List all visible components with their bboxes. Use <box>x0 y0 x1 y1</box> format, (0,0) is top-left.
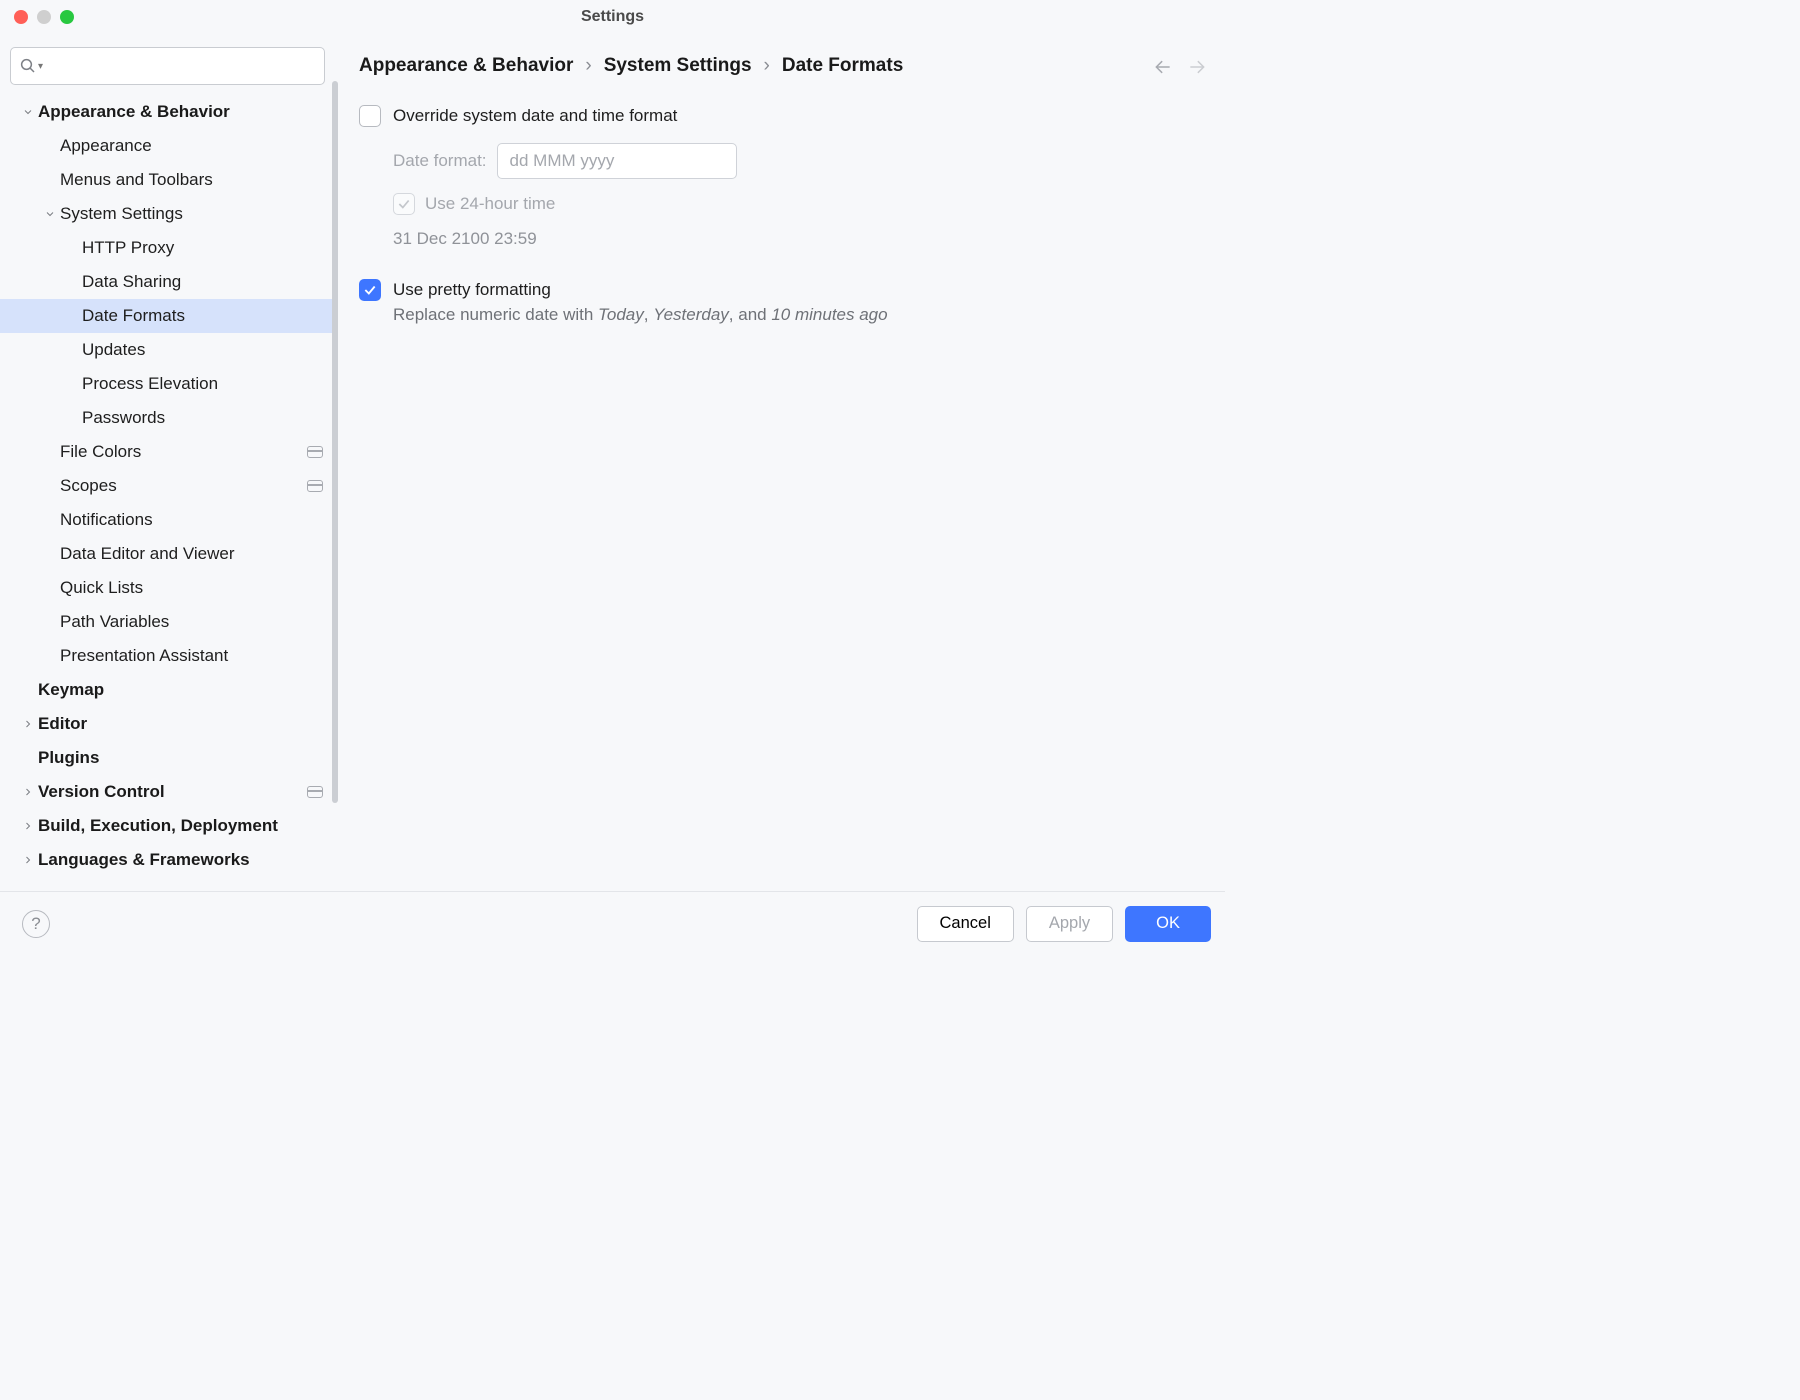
tree-item-label: Languages & Frameworks <box>38 850 323 870</box>
use-24h-checkbox[interactable] <box>393 193 415 215</box>
maximize-window-button[interactable] <box>60 10 74 24</box>
tree-item-label: Appearance & Behavior <box>38 102 323 122</box>
search-input[interactable]: ▾ <box>10 47 325 85</box>
tree-item-label: Process Elevation <box>82 374 323 394</box>
tree-item[interactable]: Passwords <box>0 401 335 435</box>
tree-item[interactable]: Menus and Toolbars <box>0 163 335 197</box>
tree-item-label: Quick Lists <box>60 578 323 598</box>
breadcrumb-item: Date Formats <box>782 55 903 77</box>
chevron-down-icon <box>40 208 60 220</box>
pretty-formatting-description: Replace numeric date with Today, Yesterd… <box>393 305 1201 325</box>
window-title: Settings <box>581 8 644 26</box>
override-label: Override system date and time format <box>393 105 677 127</box>
chevron-right-icon <box>18 718 38 730</box>
check-icon <box>397 197 411 211</box>
pretty-formatting-label: Use pretty formatting <box>393 279 551 301</box>
tree-item[interactable]: Appearance & Behavior <box>0 95 335 129</box>
tree-item-label: Appearance <box>60 136 323 156</box>
chevron-right-icon <box>18 854 38 866</box>
tree-item[interactable]: Presentation Assistant <box>0 639 335 673</box>
project-level-badge-icon <box>307 446 323 458</box>
minimize-window-button[interactable] <box>37 10 51 24</box>
tree-item-label: Date Formats <box>82 306 323 326</box>
use-24h-label: Use 24-hour time <box>425 193 555 215</box>
tree-item[interactable]: System Settings <box>0 197 335 231</box>
tree-item[interactable]: Quick Lists <box>0 571 335 605</box>
tree-item-label: Version Control <box>38 782 307 802</box>
tree-item[interactable]: Data Editor and Viewer <box>0 537 335 571</box>
tree-item-label: Data Editor and Viewer <box>60 544 323 564</box>
close-window-button[interactable] <box>14 10 28 24</box>
tree-item[interactable]: Updates <box>0 333 335 367</box>
tree-item-label: HTTP Proxy <box>82 238 323 258</box>
apply-button[interactable]: Apply <box>1026 906 1113 942</box>
tree-item-label: Keymap <box>38 680 323 700</box>
tree-item-label: Plugins <box>38 748 323 768</box>
date-format-input[interactable] <box>497 143 737 179</box>
tree-item[interactable]: Path Variables <box>0 605 335 639</box>
pretty-formatting-checkbox[interactable] <box>359 279 381 301</box>
tree-item-label: System Settings <box>60 204 323 224</box>
tree-item-label: Notifications <box>60 510 323 530</box>
settings-tree[interactable]: Appearance & Behavior Appearance Menus and… <box>0 95 335 891</box>
tree-item-label: Path Variables <box>60 612 323 632</box>
tree-item[interactable]: Build, Execution, Deployment <box>0 809 335 843</box>
sidebar: ▾ Appearance & Behavior Appearance Menus a… <box>0 33 335 891</box>
project-level-badge-icon <box>307 786 323 798</box>
check-icon <box>363 283 377 297</box>
tree-item[interactable]: Scopes <box>0 469 335 503</box>
tree-item-label: File Colors <box>60 442 307 462</box>
date-format-label: Date format: <box>393 151 487 171</box>
breadcrumb: Appearance & Behavior › System Settings … <box>359 55 1201 77</box>
override-checkbox[interactable] <box>359 105 381 127</box>
tree-item[interactable]: HTTP Proxy <box>0 231 335 265</box>
tree-item-label: Updates <box>82 340 323 360</box>
settings-window: Settings ▾ Appearance & BehaviorAppearan… <box>0 0 1225 955</box>
nav-back-button[interactable] <box>1153 57 1173 82</box>
tree-item[interactable]: Version Control <box>0 775 335 809</box>
tree-item[interactable]: Process Elevation <box>0 367 335 401</box>
tree-item[interactable]: Plugins <box>0 741 335 775</box>
chevron-right-icon <box>18 786 38 798</box>
breadcrumb-item: Appearance & Behavior <box>359 55 573 77</box>
cancel-button[interactable]: Cancel <box>917 906 1014 942</box>
tree-item-label: Menus and Toolbars <box>60 170 323 190</box>
tree-item[interactable]: Languages & Frameworks <box>0 843 335 877</box>
tree-item[interactable]: Editor <box>0 707 335 741</box>
chevron-down-icon <box>18 106 38 118</box>
tree-item-label: Data Sharing <box>82 272 323 292</box>
breadcrumb-separator-icon: › <box>764 55 770 77</box>
search-dropdown-caret-icon: ▾ <box>38 61 43 72</box>
tree-item-label: Build, Execution, Deployment <box>38 816 323 836</box>
body: ▾ Appearance & Behavior Appearance Menus a… <box>0 33 1225 891</box>
breadcrumb-separator-icon: › <box>585 55 591 77</box>
footer: ? Cancel Apply OK <box>0 891 1225 955</box>
tree-item[interactable]: Notifications <box>0 503 335 537</box>
tree-item-label: Passwords <box>82 408 323 428</box>
tree-item[interactable]: File Colors <box>0 435 335 469</box>
tree-item[interactable]: Keymap <box>0 673 335 707</box>
tree-item-label: Scopes <box>60 476 307 496</box>
arrow-right-icon <box>1187 57 1207 77</box>
search-icon <box>19 57 37 75</box>
tree-item[interactable]: Appearance <box>0 129 335 163</box>
breadcrumb-item: System Settings <box>604 55 752 77</box>
project-level-badge-icon <box>307 480 323 492</box>
titlebar: Settings <box>0 0 1225 33</box>
chevron-right-icon <box>18 820 38 832</box>
help-button[interactable]: ? <box>22 910 50 938</box>
tree-item[interactable]: Data Sharing <box>0 265 335 299</box>
main-panel: Appearance & Behavior › System Settings … <box>335 33 1225 891</box>
ok-button[interactable]: OK <box>1125 906 1211 942</box>
tree-item-label: Editor <box>38 714 323 734</box>
arrow-left-icon <box>1153 57 1173 77</box>
nav-forward-button[interactable] <box>1187 57 1207 82</box>
tree-item-label: Presentation Assistant <box>60 646 323 666</box>
date-preview: 31 Dec 2100 23:59 <box>393 229 1201 249</box>
tree-item[interactable]: Date Formats <box>0 299 335 333</box>
window-controls <box>14 10 74 24</box>
